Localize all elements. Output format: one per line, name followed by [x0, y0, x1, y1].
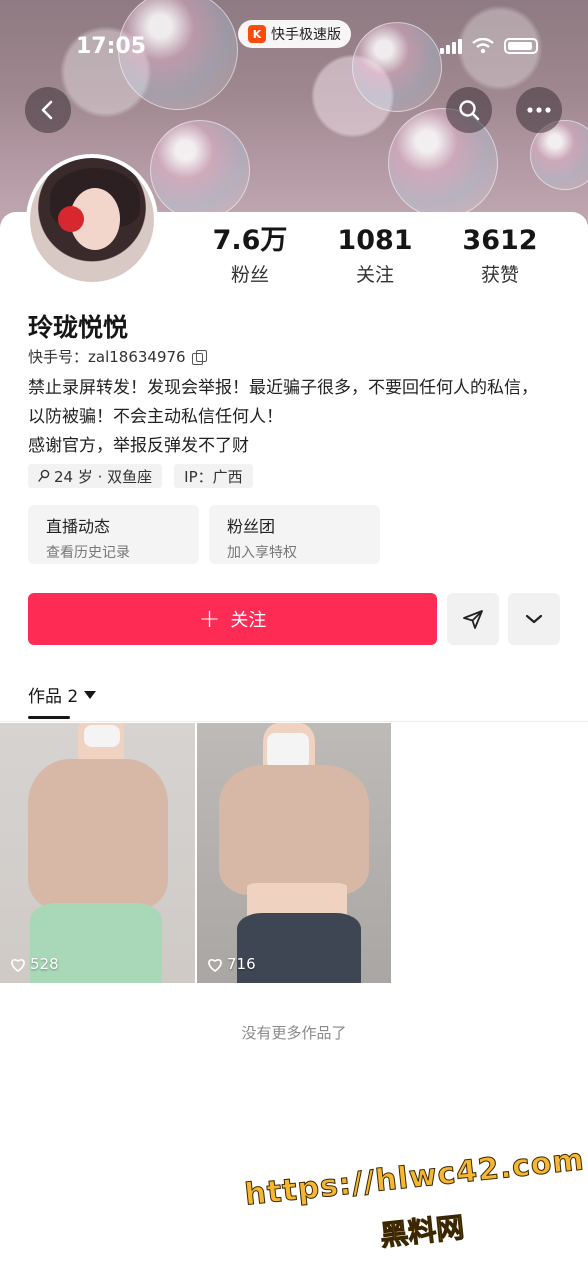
stat-label: 关注	[355, 264, 394, 286]
stat-following[interactable]: 1081 关注	[315, 226, 435, 287]
quick-entries: 直播动态 查看历史记录 粉丝团 加入享特权	[28, 505, 380, 564]
chevron-down-icon	[525, 614, 543, 624]
quick-card-subtitle: 加入享特权	[227, 545, 297, 561]
wifi-icon	[472, 38, 494, 54]
divider	[0, 721, 588, 722]
plus-icon: +	[198, 604, 221, 634]
app-badge[interactable]: K 快手极速版	[238, 20, 351, 48]
bio-line: 禁止录屏转发！发现会举报！最近骗子很多，不要回任何人的私信，	[28, 378, 538, 398]
search-button[interactable]	[446, 87, 492, 133]
tab-indicator	[28, 716, 70, 719]
kuaishou-id[interactable]: 快手号：zal18634976	[28, 346, 207, 367]
bio: 禁止录屏转发！发现会举报！最近骗子很多，不要回任何人的私信， 以防被骗！不会主动…	[28, 374, 568, 461]
ip-tag: IP：广西	[174, 464, 253, 488]
work-thumbnail[interactable]: 528	[0, 723, 195, 983]
back-icon	[41, 100, 53, 120]
like-count-value: 528	[30, 955, 59, 973]
heart-icon	[11, 958, 25, 972]
live-history-card[interactable]: 直播动态 查看历史记录	[28, 505, 199, 564]
battery-icon	[504, 38, 538, 54]
ip-tag-label: IP：广西	[184, 467, 243, 486]
signal-icon	[440, 38, 462, 54]
send-icon	[463, 610, 483, 629]
kuaishou-id-text: 快手号：zal18634976	[28, 348, 186, 366]
quick-card-subtitle: 查看历史记录	[46, 545, 130, 561]
avatar[interactable]	[26, 154, 158, 286]
bio-line: 以防被骗！不会主动私信任何人！	[28, 407, 283, 427]
stat-value: 1081	[337, 225, 413, 256]
back-button[interactable]	[25, 87, 71, 133]
quick-card-title: 粉丝团	[227, 517, 276, 536]
stat-likes[interactable]: 3612 获赞	[440, 226, 560, 287]
tab-works-label: 作品 2	[28, 687, 79, 707]
kuaishou-logo-icon: K	[248, 25, 266, 43]
stat-value: 3612	[462, 225, 538, 256]
search-icon	[459, 100, 480, 121]
stat-fans[interactable]: 7.6万 粉丝	[190, 226, 310, 287]
tab-works[interactable]: 作品 2	[28, 682, 97, 707]
gender-icon	[38, 469, 50, 482]
stat-label: 获赞	[480, 264, 519, 286]
dropdown-triangle-icon	[84, 690, 97, 699]
no-more-works: 没有更多作品了	[241, 1024, 347, 1042]
expand-button[interactable]	[508, 593, 560, 645]
bubble-decoration	[150, 120, 250, 220]
like-count: 716	[207, 955, 256, 973]
follow-button[interactable]: + 关注	[28, 593, 437, 645]
copy-icon[interactable]	[191, 349, 207, 365]
message-button[interactable]	[447, 593, 499, 645]
bubble-decoration	[352, 22, 442, 112]
fan-club-card[interactable]: 粉丝团 加入享特权	[209, 505, 380, 564]
profile-stats: 7.6万 粉丝 1081 关注 3612 获赞	[190, 226, 560, 287]
stat-label: 粉丝	[230, 264, 269, 286]
age-tag: 24 岁 · 双鱼座	[28, 464, 163, 488]
follow-button-label: 关注	[230, 610, 267, 631]
like-count-value: 716	[227, 955, 256, 973]
works-grid: 528 716	[0, 723, 391, 983]
nickname: 玲珑悦悦	[28, 313, 129, 342]
age-tag-label: 24 岁 · 双鱼座	[54, 467, 153, 486]
stat-value: 7.6万	[212, 225, 288, 256]
like-count: 528	[10, 955, 59, 973]
bio-line: 感谢官方，举报反弹发不了财	[28, 436, 249, 456]
status-time: 17:05	[76, 34, 147, 59]
quick-card-title: 直播动态	[46, 517, 111, 536]
more-icon	[527, 107, 551, 113]
work-thumbnail[interactable]: 716	[197, 723, 391, 983]
status-icons	[440, 38, 538, 54]
profile-tags: 24 岁 · 双鱼座 IP：广西	[28, 464, 253, 488]
app-badge-label: 快手极速版	[271, 27, 341, 43]
heart-icon	[208, 958, 222, 972]
more-button[interactable]	[516, 87, 562, 133]
